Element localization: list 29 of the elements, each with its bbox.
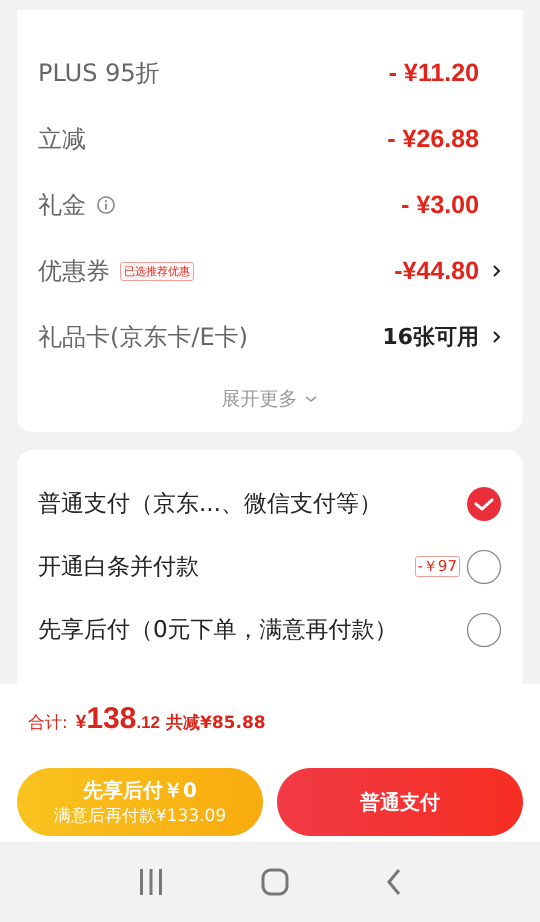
row-label: PLUS 95折 — [38, 58, 160, 89]
payment-option-label[interactable]: 先享后付（0元下单，满意再付款） — [38, 614, 398, 645]
total-price: ¥138.12 — [76, 702, 160, 736]
chevron-right-icon[interactable] — [491, 329, 501, 345]
home-icon[interactable] — [260, 868, 289, 896]
row-value: - ¥26.88 — [387, 124, 479, 154]
row-value: -¥44.80 — [394, 256, 479, 286]
row-label: 优惠券 — [38, 256, 110, 287]
total-saving: 共减¥85.88 — [166, 712, 266, 734]
pay-button[interactable]: 普通支付 — [277, 768, 523, 836]
row-label: 礼品卡(京东卡/E卡) — [38, 322, 248, 353]
row-value: - ¥11.20 — [388, 58, 479, 88]
row-label: 礼金 — [38, 190, 86, 221]
chevron-right-icon[interactable] — [491, 263, 501, 279]
row-value: - ¥3.00 — [401, 190, 479, 220]
radio-icon[interactable] — [466, 612, 502, 648]
coupon-tag: 已选推荐优惠 — [120, 262, 194, 280]
recent-apps-icon[interactable] — [138, 868, 164, 896]
back-icon[interactable] — [386, 868, 402, 896]
payment-option-label[interactable]: 普通支付（京东...、微信支付等） — [38, 488, 382, 519]
checked-radio-icon[interactable] — [466, 486, 502, 522]
total-label: 合计: — [28, 712, 68, 734]
discount-tag: -￥97 — [414, 556, 460, 577]
row-value: 16张可用 — [382, 324, 479, 352]
radio-icon[interactable] — [466, 548, 502, 584]
info-icon[interactable] — [96, 195, 116, 215]
row-label: 立减 — [38, 124, 86, 155]
payment-option-label[interactable]: 开通白条并付款 — [38, 551, 199, 582]
chevron-down-icon — [304, 395, 318, 403]
